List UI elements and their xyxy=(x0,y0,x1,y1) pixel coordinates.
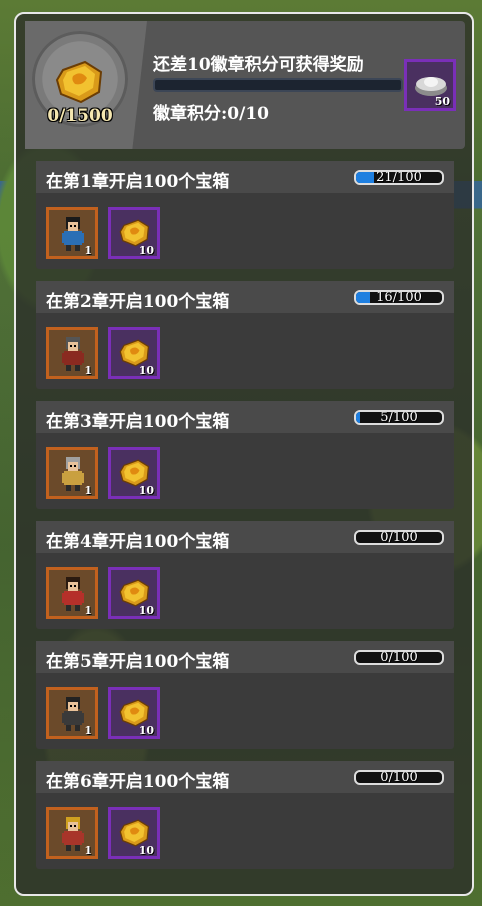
task-progress-bar: 0/100 xyxy=(354,770,444,785)
task-header: 在第5章开启100个宝箱 0/100 xyxy=(36,641,454,673)
badge-score-label: 徽章积分:0/10 xyxy=(153,104,269,124)
badge-reward-slot[interactable]: 10 xyxy=(108,447,160,499)
task-header: 在第4章开启100个宝箱 0/100 xyxy=(36,521,454,553)
hero-reward-slot[interactable]: 1 xyxy=(46,687,98,739)
task-title: 在第1章开启100个宝箱 xyxy=(46,172,230,192)
badge-reward-count: 10 xyxy=(138,844,154,857)
hero-reward-count: 1 xyxy=(84,604,92,617)
gold-badge-icon xyxy=(55,60,103,104)
task-progress-bar: 5/100 xyxy=(354,410,444,425)
task-row: 在第1章开启100个宝箱 21/100 1 10 xyxy=(36,161,454,269)
task-row: 在第2章开启100个宝箱 16/100 1 10 xyxy=(36,281,454,389)
task-title: 在第2章开启100个宝箱 xyxy=(46,292,230,312)
hero-reward-count: 1 xyxy=(84,724,92,737)
task-row: 在第6章开启100个宝箱 0/100 1 10 xyxy=(36,761,454,869)
badge-reward-count: 10 xyxy=(138,604,154,617)
task-progress-text: 0/100 xyxy=(380,650,418,665)
reward-status-text: 还差10徽章积分可获得奖励 xyxy=(153,55,364,75)
badge-reward-count: 10 xyxy=(138,244,154,257)
task-row: 在第4章开启100个宝箱 0/100 1 10 xyxy=(36,521,454,629)
hero-reward-slot[interactable]: 1 xyxy=(46,567,98,619)
badge-progress-count: 0/1500 xyxy=(47,106,113,126)
task-progress-bar: 21/100 xyxy=(354,170,444,185)
hero-reward-slot[interactable]: 1 xyxy=(46,807,98,859)
reward-item-slot[interactable]: 50 xyxy=(404,59,456,111)
hero-reward-slot[interactable]: 1 xyxy=(46,327,98,379)
task-progress-bar: 0/100 xyxy=(354,650,444,665)
task-header: 在第2章开启100个宝箱 16/100 xyxy=(36,281,454,313)
task-title: 在第3章开启100个宝箱 xyxy=(46,412,230,432)
task-progress-text: 0/100 xyxy=(380,770,418,785)
hero-reward-count: 1 xyxy=(84,244,92,257)
badge-reward-slot[interactable]: 10 xyxy=(108,567,160,619)
badge-reward-slot[interactable]: 10 xyxy=(108,807,160,859)
badge-reward-slot[interactable]: 10 xyxy=(108,327,160,379)
reward-item-count: 50 xyxy=(434,95,450,108)
task-title: 在第4章开启100个宝箱 xyxy=(46,532,230,552)
hero-reward-count: 1 xyxy=(84,844,92,857)
hero-reward-slot[interactable]: 1 xyxy=(46,447,98,499)
task-header: 在第3章开启100个宝箱 5/100 xyxy=(36,401,454,433)
badge-reward-count: 10 xyxy=(138,484,154,497)
task-progress-text: 5/100 xyxy=(380,410,418,425)
silver-ingot-icon xyxy=(415,77,447,96)
task-title: 在第6章开启100个宝箱 xyxy=(46,772,230,792)
badge-reward-slot[interactable]: 10 xyxy=(108,687,160,739)
task-header: 在第6章开启100个宝箱 0/100 xyxy=(36,761,454,793)
badge-reward-count: 10 xyxy=(138,364,154,377)
task-title: 在第5章开启100个宝箱 xyxy=(46,652,230,672)
task-progress-bar: 0/100 xyxy=(354,530,444,545)
badge-reward-count: 10 xyxy=(138,724,154,737)
task-progress-bar: 16/100 xyxy=(354,290,444,305)
task-progress-text: 16/100 xyxy=(376,290,422,305)
hero-reward-slot[interactable]: 1 xyxy=(46,207,98,259)
task-row: 在第3章开启100个宝箱 5/100 1 10 xyxy=(36,401,454,509)
task-progress-text: 0/100 xyxy=(380,530,418,545)
hero-reward-count: 1 xyxy=(84,484,92,497)
task-header: 在第1章开启100个宝箱 21/100 xyxy=(36,161,454,193)
badge-reward-slot[interactable]: 10 xyxy=(108,207,160,259)
reward-progress-bar xyxy=(153,78,403,92)
hero-reward-count: 1 xyxy=(84,364,92,377)
task-row: 在第5章开启100个宝箱 0/100 1 10 xyxy=(36,641,454,749)
task-progress-text: 21/100 xyxy=(376,170,422,185)
